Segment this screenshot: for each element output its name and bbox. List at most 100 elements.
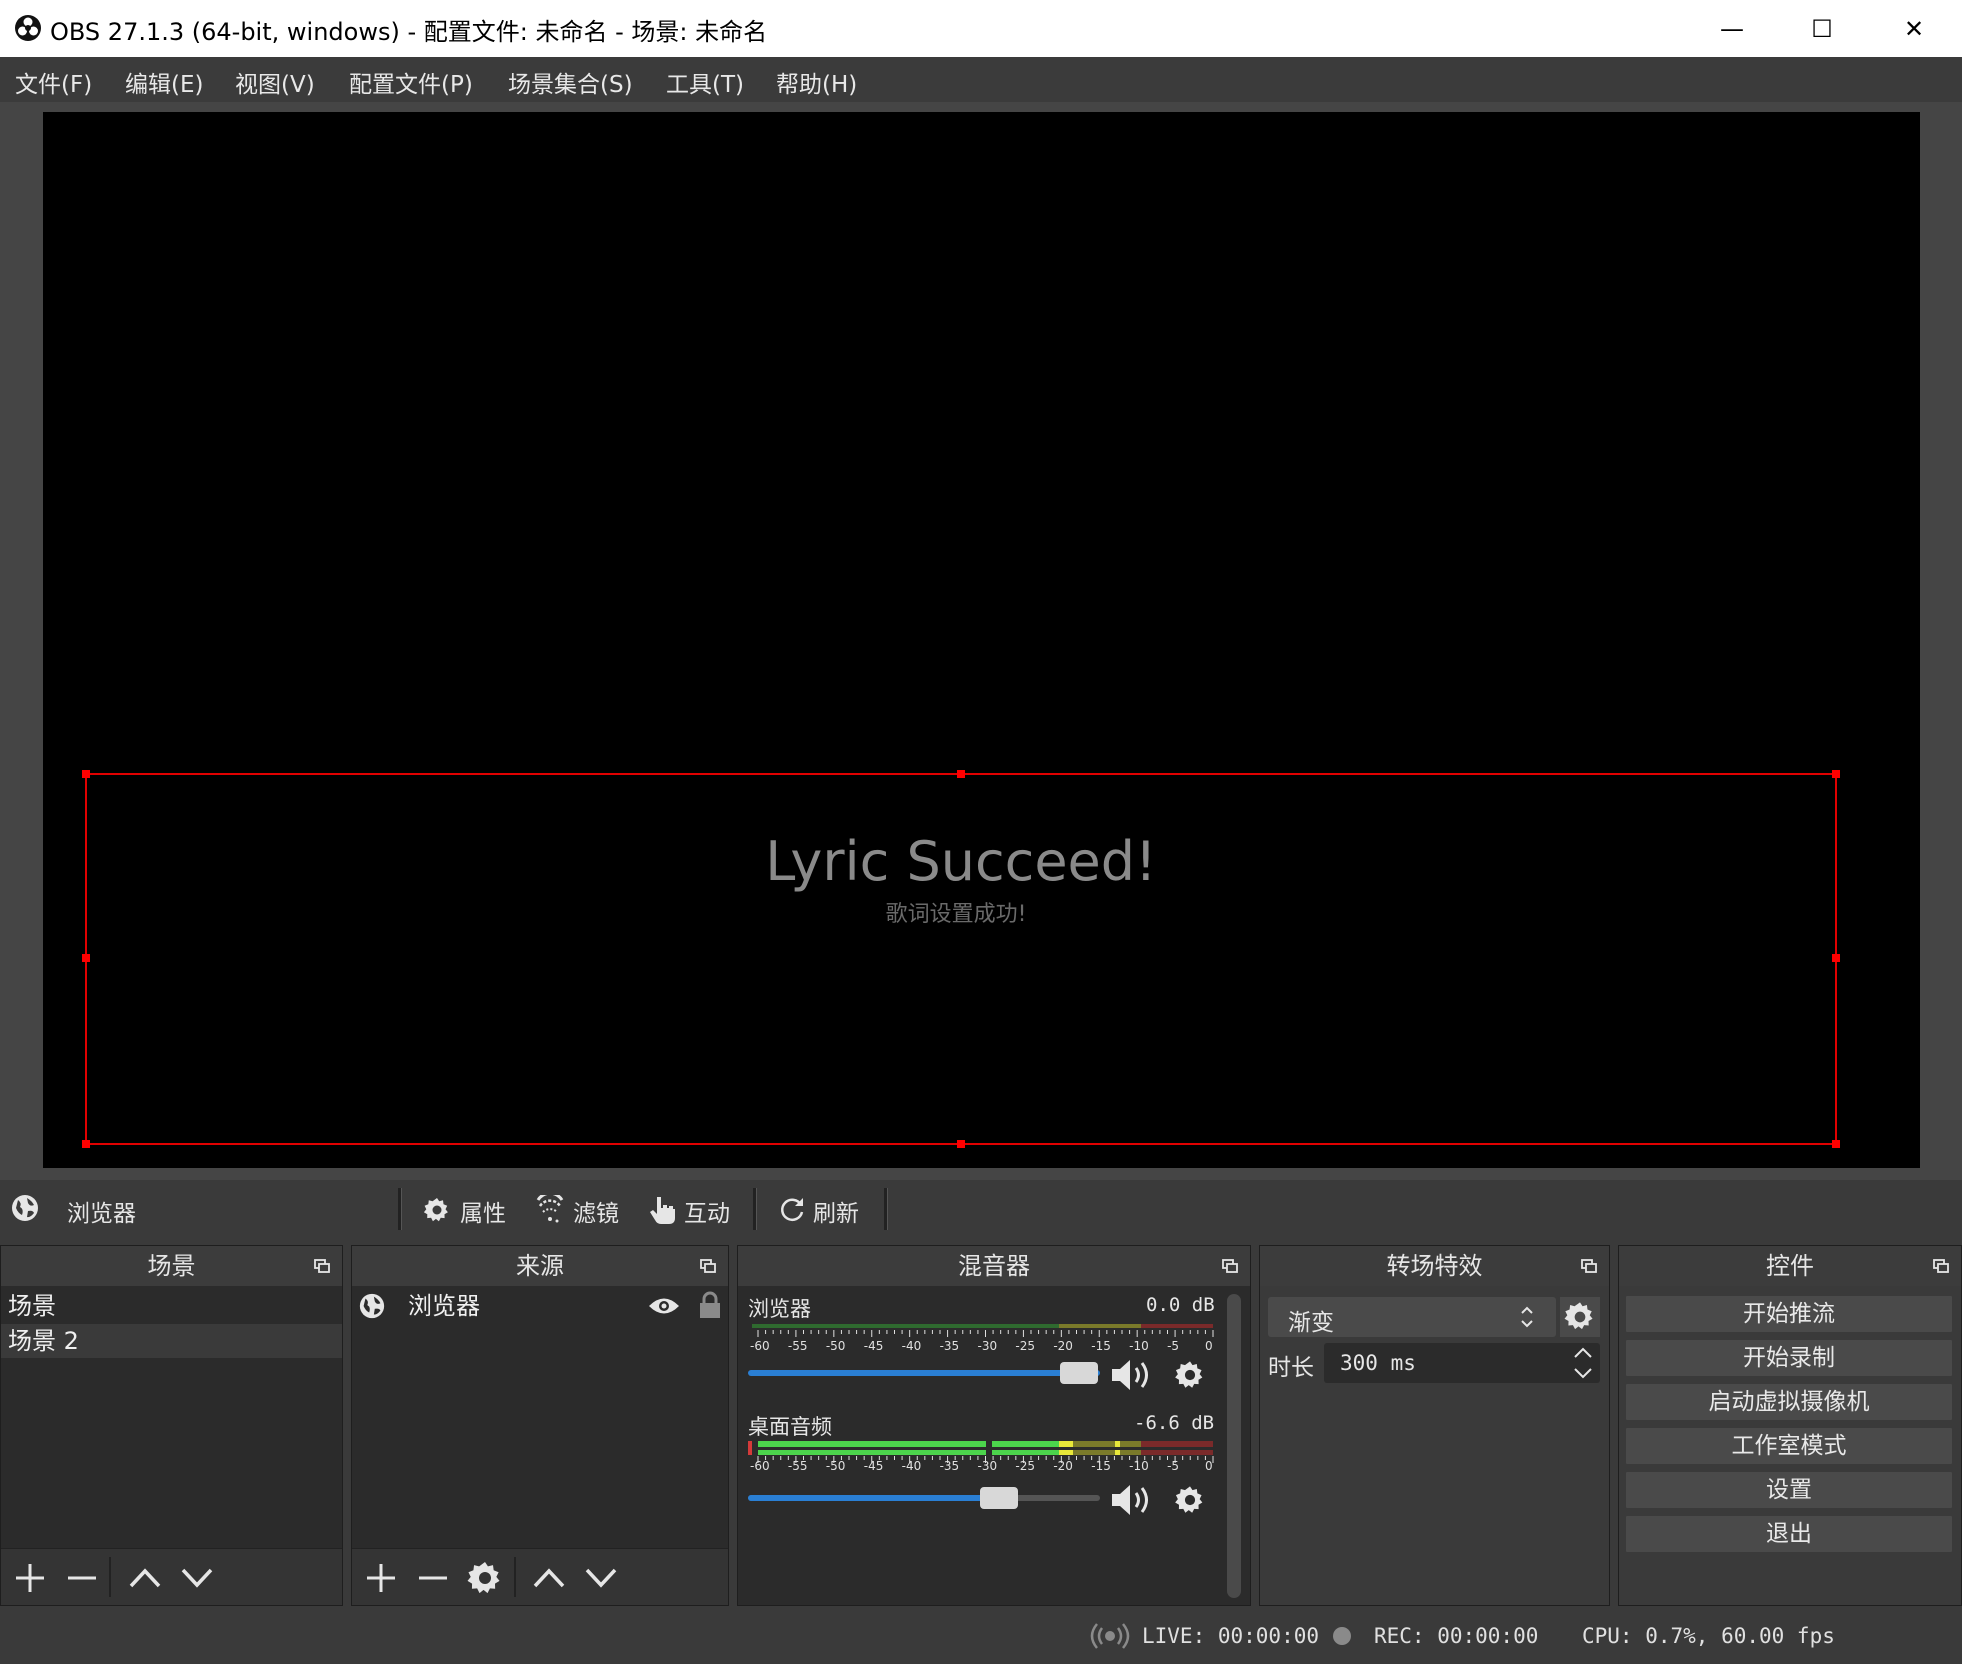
sources-dock-header[interactable]: 来源 <box>352 1246 728 1286</box>
filters-button[interactable]: 滤镜 <box>533 1190 633 1228</box>
refresh-icon <box>781 1198 804 1222</box>
minimize-button[interactable]: — <box>1687 0 1777 57</box>
decrement-icon[interactable] <box>1570 1363 1596 1383</box>
controls-dock-header[interactable]: 控件 <box>1619 1246 1961 1286</box>
gear-icon <box>423 1198 448 1222</box>
menu-tools[interactable]: 工具(T) <box>666 65 744 99</box>
transitions-title: 转场特效 <box>1386 1252 1483 1280</box>
sources-title: 来源 <box>516 1252 564 1280</box>
meter-tick-label: -45 <box>863 1459 884 1473</box>
start-recording-button[interactable]: 开始录制 <box>1625 1339 1953 1377</box>
updown-chevron-icon <box>1521 1306 1533 1328</box>
properties-label: 属性 <box>460 1201 506 1227</box>
menu-file[interactable]: 文件(F) <box>15 65 92 99</box>
exit-button[interactable]: 退出 <box>1625 1515 1953 1553</box>
start-streaming-button[interactable]: 开始推流 <box>1625 1295 1953 1333</box>
close-button[interactable]: ✕ <box>1869 0 1959 57</box>
resize-handle[interactable] <box>1832 954 1840 962</box>
move-up-icon[interactable] <box>125 1558 165 1598</box>
volume-slider-handle[interactable] <box>980 1487 1018 1509</box>
menu-scene-collection[interactable]: 场景集合(S) <box>508 65 633 99</box>
transition-select[interactable]: 渐变 <box>1268 1297 1556 1337</box>
mixer-dock: 混音器 浏览器 0.0 dB -60 -55 -50 -45 -40 -35 -30 -25-… <box>737 1245 1251 1606</box>
resize-handle[interactable] <box>82 1140 90 1148</box>
undock-icon[interactable] <box>314 1259 330 1273</box>
scene-item[interactable]: 场景 <box>1 1289 342 1323</box>
sources-toolbar <box>352 1548 728 1605</box>
increment-icon[interactable] <box>1570 1343 1596 1363</box>
scenes-title: 场景 <box>147 1252 196 1280</box>
move-down-icon[interactable] <box>177 1558 217 1598</box>
resize-handle[interactable] <box>82 954 90 962</box>
transition-select-value: 渐变 <box>1288 1310 1334 1336</box>
settings-button[interactable]: 设置 <box>1625 1471 1953 1509</box>
meter-tick-label: -45 <box>863 1339 884 1353</box>
broadcast-icon <box>1090 1623 1130 1649</box>
source-item[interactable]: 浏览器 <box>352 1289 728 1323</box>
menu-edit[interactable]: 编辑(E) <box>125 65 203 99</box>
meter-tick-label: -50 <box>825 1459 846 1473</box>
meter-tick-label: -35 <box>939 1339 960 1353</box>
gear-icon[interactable] <box>1560 1297 1600 1337</box>
speaker-icon[interactable] <box>1110 1481 1156 1519</box>
menu-help[interactable]: 帮助(H) <box>776 65 857 99</box>
meter-tick-label: 0 <box>1205 1459 1213 1473</box>
interact-button[interactable]: 互动 <box>646 1190 746 1228</box>
menu-view[interactable]: 视图(V) <box>235 65 315 99</box>
resize-handle[interactable] <box>1832 1140 1840 1148</box>
resize-handle[interactable] <box>957 1140 965 1148</box>
meter-tick-label: -10 <box>1129 1339 1149 1353</box>
meter-tick-label: -40 <box>901 1459 922 1473</box>
undock-icon[interactable] <box>1222 1259 1238 1273</box>
mixer-dock-header[interactable]: 混音器 <box>738 1246 1250 1286</box>
maximize-button[interactable]: ☐ <box>1777 0 1867 57</box>
resize-handle[interactable] <box>82 770 90 778</box>
remove-icon[interactable] <box>413 1558 453 1598</box>
move-up-icon[interactable] <box>529 1558 569 1598</box>
lock-icon[interactable] <box>698 1291 722 1319</box>
gear-icon[interactable] <box>1173 1483 1207 1517</box>
duration-value: 300 ms <box>1340 1351 1416 1375</box>
volume-slider-track[interactable] <box>748 1495 1100 1501</box>
volume-slider-fill <box>748 1495 998 1501</box>
undock-icon[interactable] <box>1581 1259 1597 1273</box>
mixer-channel-db: 0.0 dB <box>1146 1294 1215 1316</box>
hand-pointer-icon <box>650 1197 675 1224</box>
resize-handle[interactable] <box>957 770 965 778</box>
meter-tick-label: -60 <box>750 1459 770 1473</box>
mixer-scrollbar[interactable] <box>1227 1294 1241 1598</box>
menu-bar: 文件(F) 编辑(E) 视图(V) 配置文件(P) 场景集合(S) 工具(T) … <box>0 57 1962 103</box>
transitions-dock-header[interactable]: 转场特效 <box>1260 1246 1609 1286</box>
speaker-icon[interactable] <box>1110 1356 1156 1394</box>
mixer-channel-name: 桌面音频 <box>748 1415 832 1439</box>
meter-tick-label: -20 <box>1053 1339 1073 1353</box>
refresh-button[interactable]: 刷新 <box>775 1190 875 1228</box>
meter-tick-label: -5 <box>1167 1339 1180 1353</box>
studio-mode-button[interactable]: 工作室模式 <box>1625 1427 1953 1465</box>
properties-button[interactable]: 属性 <box>420 1190 520 1228</box>
duration-spinbox[interactable]: 300 ms <box>1324 1343 1600 1383</box>
title-bar[interactable]: OBS 27.1.3 (64-bit, windows) - 配置文件: 未命名… <box>0 0 1962 57</box>
volume-slider-track[interactable] <box>748 1370 1100 1376</box>
move-down-icon[interactable] <box>581 1558 621 1598</box>
globe-icon <box>359 1293 385 1319</box>
add-icon[interactable] <box>10 1558 50 1598</box>
eye-icon[interactable] <box>648 1295 680 1317</box>
scene-item-selected[interactable]: 场景 2 <box>1 1324 342 1358</box>
undock-icon[interactable] <box>1933 1259 1949 1273</box>
gear-icon[interactable] <box>1173 1358 1207 1392</box>
resize-handle[interactable] <box>1832 770 1840 778</box>
menu-profile[interactable]: 配置文件(P) <box>349 65 473 99</box>
gear-icon[interactable] <box>465 1558 505 1598</box>
meter-tick-label: -30 <box>977 1339 998 1353</box>
meter-tick-label: -20 <box>1053 1459 1073 1473</box>
scenes-dock-header[interactable]: 场景 <box>1 1246 342 1286</box>
source-toolbar: 浏览器 属性 滤镜 互动 刷新 <box>0 1180 1962 1236</box>
undock-icon[interactable] <box>700 1259 716 1273</box>
source-selection-box[interactable] <box>82 770 1840 1148</box>
volume-slider-handle[interactable] <box>1060 1362 1098 1384</box>
remove-icon[interactable] <box>62 1558 102 1598</box>
scene-item-label: 场景 <box>8 1292 56 1320</box>
start-virtual-camera-button[interactable]: 启动虚拟摄像机 <box>1625 1383 1953 1421</box>
add-icon[interactable] <box>361 1558 401 1598</box>
